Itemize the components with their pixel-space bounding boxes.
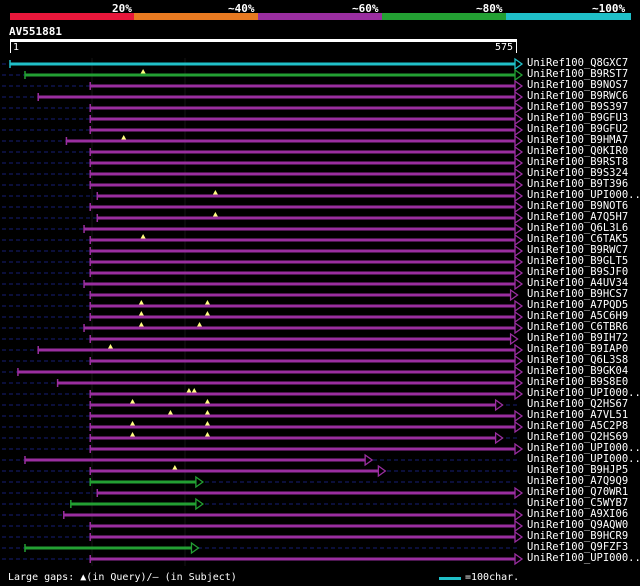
query-gap-marker-icon xyxy=(140,69,146,74)
hit-end-arrow-icon xyxy=(509,332,519,346)
hit-end-arrow-icon xyxy=(509,288,519,302)
hit-end-arrow-icon xyxy=(514,420,524,434)
query-gap-marker-icon xyxy=(130,421,136,426)
hit-end-arrow-icon xyxy=(514,277,524,291)
query-gap-marker-icon xyxy=(138,300,144,305)
hit-end-arrow-icon xyxy=(514,189,524,203)
hit-end-arrow-icon xyxy=(514,134,524,148)
hit-end-arrow-icon xyxy=(514,409,524,423)
query-gap-marker-icon xyxy=(167,410,173,415)
query-gap-marker-icon xyxy=(204,410,210,415)
query-gap-marker-icon xyxy=(138,322,144,327)
hit-end-arrow-icon xyxy=(514,156,524,170)
hit-end-arrow-icon xyxy=(514,255,524,269)
scale-label: =100char. xyxy=(465,572,520,583)
hit-end-arrow-icon xyxy=(195,475,205,489)
hit-end-arrow-icon xyxy=(514,508,524,522)
hit-end-arrow-icon xyxy=(514,299,524,313)
hit-end-arrow-icon xyxy=(514,310,524,324)
hit-end-arrow-icon xyxy=(514,266,524,280)
query-gap-marker-icon xyxy=(204,421,210,426)
hit-end-arrow-icon xyxy=(377,464,387,478)
hit-label[interactable]: UniRef100_UPI000.. xyxy=(527,553,640,564)
query-gap-marker-icon xyxy=(212,212,218,217)
query-gap-marker-icon xyxy=(130,432,136,437)
hit-end-arrow-icon xyxy=(364,453,374,467)
hit-end-arrow-icon xyxy=(514,321,524,335)
hit-end-arrow-icon xyxy=(514,486,524,500)
hit-end-arrow-icon xyxy=(195,497,205,511)
hit-end-arrow-icon xyxy=(514,79,524,93)
hit-end-arrow-icon xyxy=(494,398,504,412)
query-gap-marker-icon xyxy=(138,311,144,316)
query-gap-marker-icon xyxy=(197,322,203,327)
query-gap-marker-icon xyxy=(212,190,218,195)
hit-end-arrow-icon xyxy=(514,123,524,137)
hit-end-arrow-icon xyxy=(514,442,524,456)
hit-end-arrow-icon xyxy=(514,68,524,82)
hit-end-arrow-icon xyxy=(190,541,200,555)
hit-end-arrow-icon xyxy=(514,519,524,533)
hit-end-arrow-icon xyxy=(514,167,524,181)
scale-swatch xyxy=(439,577,461,580)
hit-end-arrow-icon xyxy=(514,376,524,390)
hit-end-arrow-icon xyxy=(494,431,504,445)
hit-end-arrow-icon xyxy=(514,552,524,566)
gaps-label: Large gaps: xyxy=(8,572,75,583)
hit-end-arrow-icon xyxy=(514,211,524,225)
hit-end-arrow-icon xyxy=(514,244,524,258)
hit-end-arrow-icon xyxy=(514,112,524,126)
query-gap-marker-icon xyxy=(130,399,136,404)
gaps-legend: Large gaps: ▲(in Query)/– (in Subject) xyxy=(8,572,237,583)
query-gap-marker-icon xyxy=(186,388,192,393)
hit-end-arrow-icon xyxy=(514,365,524,379)
query-gap-marker-icon xyxy=(204,399,210,404)
query-gap-marker-icon xyxy=(191,388,197,393)
hit-end-arrow-icon xyxy=(514,387,524,401)
hit-end-arrow-icon xyxy=(514,57,524,71)
hit-end-arrow-icon xyxy=(514,101,524,115)
query-gap-marker-icon xyxy=(121,135,127,140)
hit-end-arrow-icon xyxy=(514,145,524,159)
hit-end-arrow-icon xyxy=(514,178,524,192)
hit-end-arrow-icon xyxy=(514,222,524,236)
hit-end-arrow-icon xyxy=(514,354,524,368)
hit-end-arrow-icon xyxy=(514,233,524,247)
hit-end-arrow-icon xyxy=(514,90,524,104)
hit-end-arrow-icon xyxy=(514,200,524,214)
query-gap-marker-icon xyxy=(204,300,210,305)
hit-end-arrow-icon xyxy=(514,343,524,357)
gap-legend-text: (in Query)/– (in Subject) xyxy=(86,572,237,583)
query-gap-marker-icon xyxy=(107,344,113,349)
query-gap-marker-icon xyxy=(204,432,210,437)
hit-end-arrow-icon xyxy=(514,530,524,544)
query-gap-marker-icon xyxy=(172,465,178,470)
query-gap-marker-icon xyxy=(204,311,210,316)
query-gap-marker-icon xyxy=(140,234,146,239)
